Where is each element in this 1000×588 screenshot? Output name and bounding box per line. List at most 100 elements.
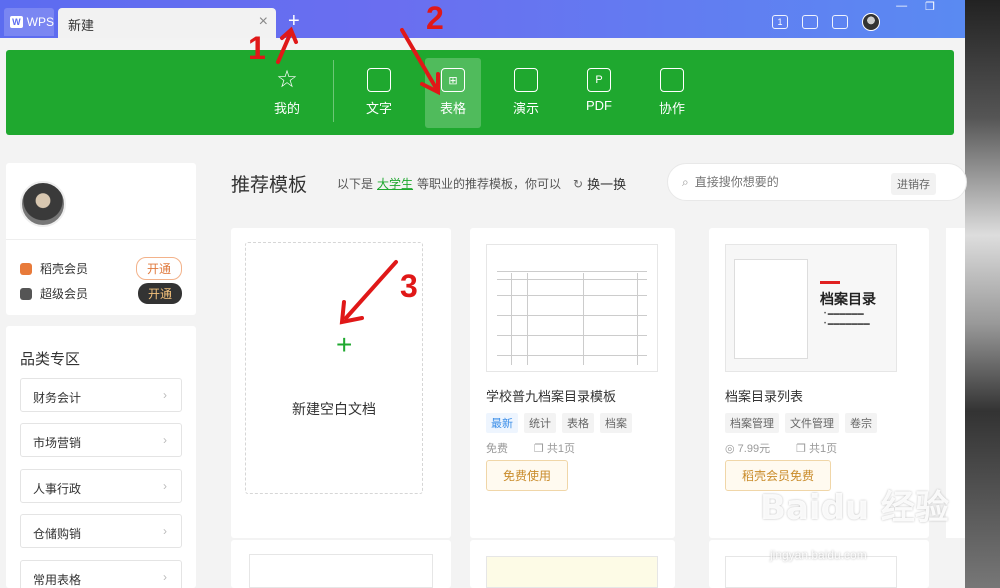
blank-doc-area[interactable]: + 新建空白文档 [245,242,423,494]
template-card[interactable] [231,540,451,588]
new-tab-button[interactable]: + [288,10,300,33]
template-tag[interactable]: 档案管理 [725,413,779,433]
template-card[interactable]: 学校普九档案目录模板 最新 统计 表格 档案 免费 ❐ 共1页 免费使用 [470,228,675,538]
minimize-icon[interactable]: — [896,0,907,13]
nav-label: PDF [586,98,612,113]
nav-label: 协作 [658,101,685,116]
close-icon[interactable]: × [259,13,268,31]
category-item[interactable]: 常用表格 › [20,560,182,588]
template-price: ◎ 7.99元 [725,440,770,456]
refresh-icon[interactable]: ↻ [573,177,583,191]
nav-label: 演示 [512,101,539,116]
page-count-icon[interactable]: 1 [772,15,788,29]
nav-item-mine[interactable]: ☆ 我的 [259,58,315,128]
search-hot-tag[interactable]: 进销存 [891,173,936,195]
profession-link[interactable]: 大学生 [377,175,413,192]
annotation-3: 3 [400,268,418,304]
template-tag[interactable]: 档案 [600,413,632,433]
nav-item-collaborate[interactable]: 协作 [644,58,700,128]
daoke-member-icon [20,262,32,275]
new-blank-card[interactable]: + 新建空白文档 [231,228,451,538]
category-item[interactable]: 人事行政 › [20,469,182,503]
skin-icon[interactable] [802,15,818,29]
maximize-icon[interactable]: ❐ [925,0,935,13]
category-label: 市场营销 [33,436,82,450]
tab-label: 新建 [68,18,95,33]
swap-button[interactable]: 换一换 [587,174,626,193]
doc-type-nav: ☆ 我的 文字 ⊞ 表格 演示 P PDF 协作 [6,50,954,135]
nav-divider [333,60,334,122]
template-title[interactable]: 学校普九档案目录模板 [486,386,616,405]
search-box: ⌕ 进销存 [667,163,967,201]
thumb-title: 档案目录 [820,291,876,307]
wps-logo-icon: W [10,16,23,28]
page-title: 推荐模板 [231,175,308,196]
subtitle-text: 等职业的推荐模板，你可以 [417,177,562,191]
template-thumbnail[interactable] [486,244,658,372]
template-price: 免费 [486,443,508,455]
nav-label: 文字 [365,101,392,116]
nav-item-pdf[interactable]: P PDF [571,58,627,128]
category-label: 人事行政 [33,482,82,496]
chevron-right-icon: › [163,388,167,402]
nav-item-spreadsheet[interactable]: ⊞ 表格 [425,58,481,128]
document-icon [367,68,391,92]
category-panel: 品类专区 财务会计 › 市场营销 › 人事行政 › 仓储购销 › 常用表格 › [6,326,196,588]
nav-label: 我的 [273,101,300,116]
avatar[interactable] [20,181,66,227]
pages-icon: ❐ [796,443,809,455]
search-input[interactable] [694,175,875,189]
category-item[interactable]: 市场营销 › [20,423,182,457]
template-pages: ❐ 共1页 [534,440,575,456]
watermark-url: jingyan.baidu.com [770,548,867,562]
spreadsheet-icon: ⊞ [441,68,465,92]
member-name: 超级会员 [40,287,89,301]
wps-home-button[interactable]: W WPS [4,8,54,36]
nav-item-writer[interactable]: 文字 [351,58,407,128]
pdf-icon: P [587,68,611,92]
template-tag[interactable]: 表格 [562,413,594,433]
pages-icon: ❐ [534,443,547,455]
baidu-watermark: Baidu 经验 [760,488,949,528]
category-label: 常用表格 [33,573,82,587]
category-item[interactable]: 财务会计 › [20,378,182,412]
category-label: 财务会计 [33,391,82,405]
app-label: WPS [26,15,54,29]
chevron-right-icon: › [163,433,167,447]
coin-icon: ◎ [725,443,738,455]
shirt-icon[interactable] [832,15,848,29]
category-item[interactable]: 仓储购销 › [20,514,182,548]
background-photo [965,0,1000,588]
template-tag[interactable]: 最新 [486,413,518,433]
nav-item-presentation[interactable]: 演示 [498,58,554,128]
open-super-button[interactable]: 开通 [137,283,182,304]
template-tag[interactable]: 统计 [524,413,556,433]
open-daoke-button[interactable]: 开通 [135,257,182,280]
template-tag[interactable]: 卷宗 [845,413,877,433]
nav-label: 表格 [439,101,466,116]
template-card[interactable] [470,540,675,588]
use-free-button[interactable]: 免费使用 [486,460,569,491]
pages-label: 共1页 [809,443,838,455]
user-avatar[interactable] [862,13,880,31]
category-title: 品类专区 [20,351,81,368]
recommend-subtitle: 以下是 大学生 等职业的推荐模板，你可以 ↻ 换一换 [337,174,626,193]
template-thumbnail[interactable]: 档案目录 • ▬▬▬▬▬▬ • ▬▬▬▬▬▬▬ [725,244,897,372]
new-blank-label: 新建空白文档 [292,401,376,417]
member-row-super: 超级会员 开通 [20,283,182,304]
profile-panel: 稻壳会员 开通 超级会员 开通 [6,163,196,315]
chevron-right-icon: › [163,479,167,493]
price-label: 7.99元 [737,443,771,455]
search-icon: ⌕ [682,174,689,189]
pages-label: 共1页 [546,443,576,455]
template-tag[interactable]: 文件管理 [785,413,839,433]
member-name: 稻壳会员 [40,262,89,276]
plus-icon: + [336,329,353,360]
divider [6,239,196,240]
template-title[interactable]: 档案目录列表 [725,386,803,405]
tab-new[interactable]: 新建 × [58,8,276,38]
super-member-icon [20,287,32,300]
subtitle-text: 以下是 [337,177,374,191]
annotation-1: 1 [248,30,266,66]
presentation-icon [514,68,538,92]
